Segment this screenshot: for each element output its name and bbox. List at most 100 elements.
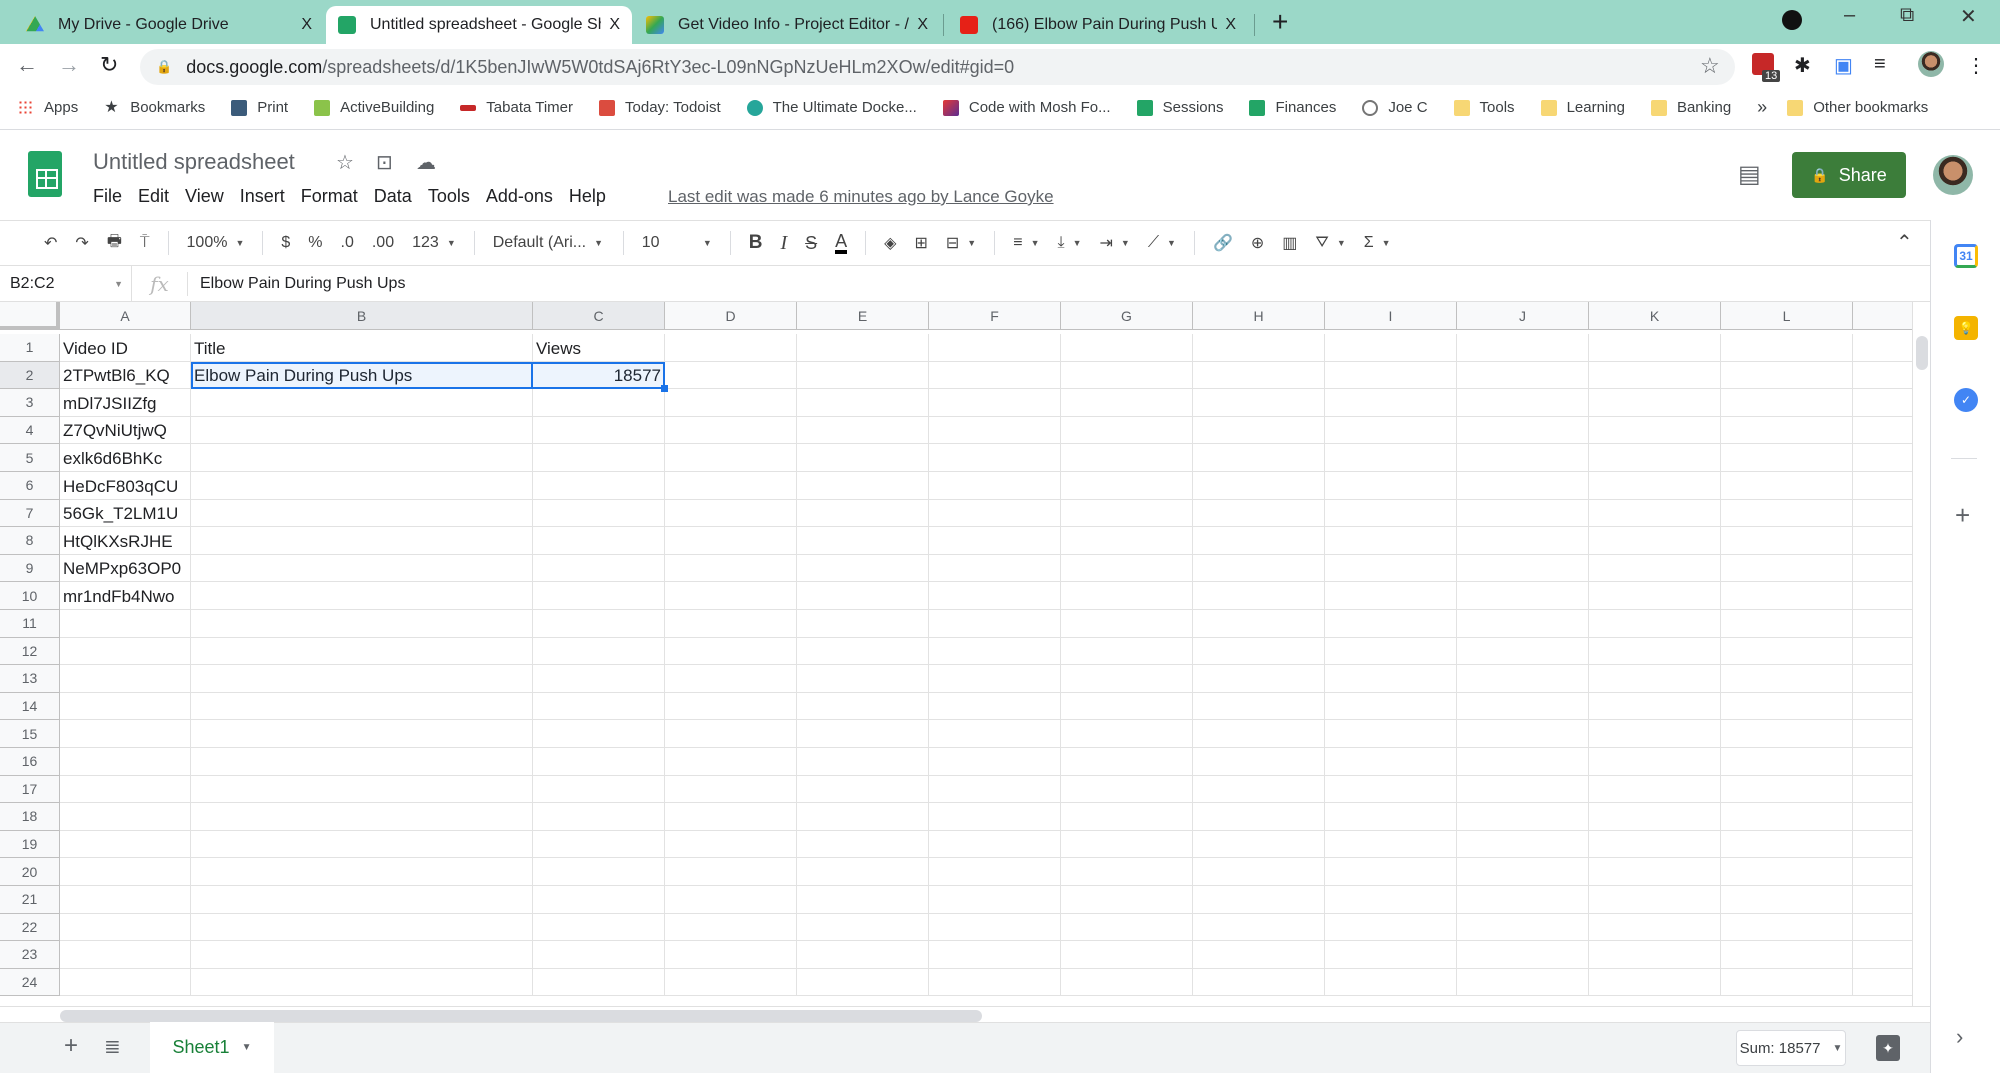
cell-c14[interactable] xyxy=(533,692,665,721)
cell-l17[interactable] xyxy=(1721,775,1853,804)
cell-c20[interactable] xyxy=(533,858,665,886)
print-icon[interactable]: 🖶 xyxy=(107,230,122,257)
menu-file[interactable]: File xyxy=(93,186,122,207)
horizontal-align-icon[interactable]: ≡ ▼ xyxy=(1013,234,1039,252)
row-header[interactable]: 16 xyxy=(0,748,60,776)
column-header[interactable]: H xyxy=(1193,302,1325,330)
cell-j16[interactable] xyxy=(1457,748,1589,776)
cell-k5[interactable] xyxy=(1589,444,1721,472)
cell-e1[interactable] xyxy=(797,334,929,362)
cell-g23[interactable] xyxy=(1061,941,1193,969)
fill-color-icon[interactable]: ◈ xyxy=(884,233,896,253)
bookmark-folder-banking[interactable]: Banking xyxy=(1650,99,1731,116)
cell-d23[interactable] xyxy=(665,941,797,969)
cell-e21[interactable] xyxy=(797,886,929,914)
cell-k10[interactable] xyxy=(1589,582,1721,610)
show-side-panel-icon[interactable]: › xyxy=(1956,1024,1963,1050)
profile-menu-icon[interactable] xyxy=(1782,10,1802,30)
cell-f4[interactable] xyxy=(929,416,1061,445)
cell-g11[interactable] xyxy=(1061,610,1193,638)
column-header[interactable]: I xyxy=(1325,302,1457,330)
extensions-puzzle-icon[interactable]: ✱ xyxy=(1794,53,1811,78)
cell-j18[interactable] xyxy=(1457,803,1589,831)
cell-k23[interactable] xyxy=(1589,941,1721,969)
cell-a19[interactable] xyxy=(60,830,191,859)
cell-h24[interactable] xyxy=(1193,968,1325,997)
cell-k9[interactable] xyxy=(1589,554,1721,583)
row-header[interactable]: 6 xyxy=(0,472,60,500)
row-header[interactable]: 23 xyxy=(0,941,60,969)
menu-view[interactable]: View xyxy=(185,186,224,207)
google-tasks-icon[interactable]: ✓ xyxy=(1954,388,1978,412)
undo-icon[interactable]: ↶ xyxy=(44,233,57,253)
cell-f13[interactable] xyxy=(929,665,1061,693)
row-header[interactable]: 20 xyxy=(0,858,60,886)
cell-i24[interactable] xyxy=(1325,968,1457,997)
cell-g15[interactable] xyxy=(1061,720,1193,748)
cell-a1[interactable]: Video ID xyxy=(60,334,191,362)
cell-d24[interactable] xyxy=(665,968,797,997)
cell-f14[interactable] xyxy=(929,692,1061,721)
cell-i17[interactable] xyxy=(1325,775,1457,804)
cell[interactable] xyxy=(1853,914,1912,942)
cell[interactable] xyxy=(1853,638,1912,666)
cell-l10[interactable] xyxy=(1721,582,1853,610)
cell-j10[interactable] xyxy=(1457,582,1589,610)
sheets-logo-icon[interactable] xyxy=(28,151,62,197)
cell-a6[interactable]: HeDcF803qCU xyxy=(60,472,191,500)
row-header[interactable]: 5 xyxy=(0,444,60,472)
cell-g17[interactable] xyxy=(1061,775,1193,804)
cell[interactable] xyxy=(1853,693,1912,721)
row-header[interactable]: 22 xyxy=(0,913,60,942)
text-rotation-icon[interactable]: ⟋ ▼ xyxy=(1148,234,1176,252)
redo-icon[interactable]: ↷ xyxy=(75,233,88,253)
fill-handle[interactable] xyxy=(661,385,668,393)
column-header[interactable]: D xyxy=(665,302,797,330)
cell-a24[interactable] xyxy=(60,968,191,997)
cell-l2[interactable] xyxy=(1721,361,1853,390)
cell-g16[interactable] xyxy=(1061,748,1193,776)
cell-a4[interactable]: Z7QvNiUtjwQ xyxy=(60,416,191,445)
cell[interactable] xyxy=(1853,969,1912,997)
merge-cells-icon[interactable]: ⊟ ▼ xyxy=(946,233,976,253)
cell-l7[interactable] xyxy=(1721,499,1853,528)
cell-k24[interactable] xyxy=(1589,968,1721,997)
cell-h16[interactable] xyxy=(1193,748,1325,776)
cell-j21[interactable] xyxy=(1457,886,1589,914)
cell-f9[interactable] xyxy=(929,554,1061,583)
cell[interactable] xyxy=(1853,444,1912,472)
cell-l24[interactable] xyxy=(1721,968,1853,997)
cell-a20[interactable] xyxy=(60,858,191,886)
column-header[interactable]: G xyxy=(1061,302,1193,330)
cell-b7[interactable] xyxy=(191,499,533,528)
all-sheets-button[interactable]: ≣ xyxy=(104,1034,121,1059)
cell-k2[interactable] xyxy=(1589,361,1721,390)
cell-j13[interactable] xyxy=(1457,665,1589,693)
cell-b23[interactable] xyxy=(191,941,533,969)
row-header[interactable]: 7 xyxy=(0,499,60,528)
cell-d1[interactable] xyxy=(665,334,797,362)
cell-c15[interactable] xyxy=(533,720,665,748)
bookmark-tabata-timer[interactable]: Tabata Timer xyxy=(460,99,573,116)
column-header[interactable]: K xyxy=(1589,302,1721,330)
cell-a17[interactable] xyxy=(60,775,191,804)
cell-a9[interactable]: NeMPxp63OP0 xyxy=(60,554,191,583)
cell-b10[interactable] xyxy=(191,582,533,610)
cell[interactable] xyxy=(1853,527,1912,555)
cell-h17[interactable] xyxy=(1193,775,1325,804)
cell-c8[interactable] xyxy=(533,527,665,555)
cell-k17[interactable] xyxy=(1589,775,1721,804)
name-box[interactable]: B2:C2 ▼ xyxy=(0,266,132,301)
cell-e10[interactable] xyxy=(797,582,929,610)
cell-h10[interactable] xyxy=(1193,582,1325,610)
cell-k12[interactable] xyxy=(1589,637,1721,666)
cell-h4[interactable] xyxy=(1193,416,1325,445)
bookmark-code-with-mosh[interactable]: Code with Mosh Fo... xyxy=(942,99,1111,116)
cell-h14[interactable] xyxy=(1193,692,1325,721)
row-header[interactable]: 21 xyxy=(0,886,60,914)
vertical-scrollbar[interactable] xyxy=(1912,302,1930,1006)
horizontal-scrollbar[interactable] xyxy=(0,1006,1930,1022)
cell-d11[interactable] xyxy=(665,610,797,638)
cell[interactable] xyxy=(1853,776,1912,804)
cell[interactable] xyxy=(1853,941,1912,969)
